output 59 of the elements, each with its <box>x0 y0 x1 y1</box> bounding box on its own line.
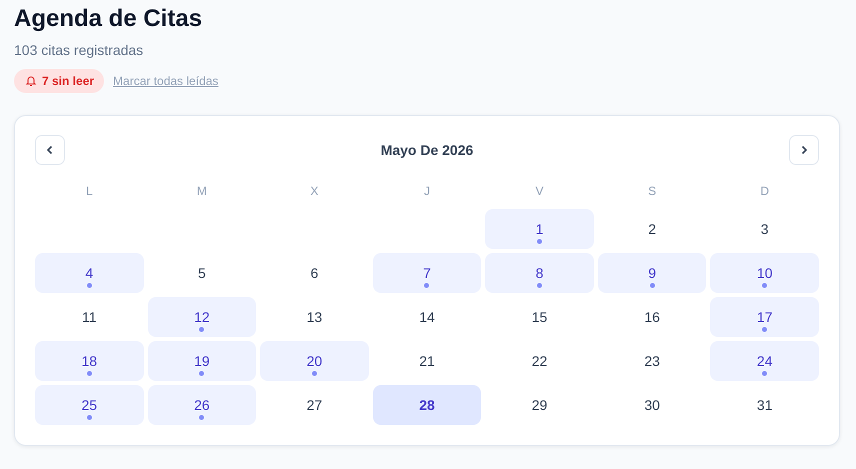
day-cell[interactable]: 22 <box>485 341 594 381</box>
day-cell[interactable]: 26 <box>148 385 256 425</box>
day-cell[interactable]: 7 <box>372 253 482 293</box>
event-dot <box>762 371 768 376</box>
event-dot <box>312 371 317 376</box>
event-dot <box>650 283 655 288</box>
day-cell[interactable]: 3 <box>710 209 819 249</box>
previous-month-button[interactable] <box>35 135 65 165</box>
weekday-label: X <box>309 183 320 200</box>
day-cell[interactable]: 1 <box>485 209 594 249</box>
weekday-label: S <box>647 183 658 200</box>
unread-badge[interactable]: 7 sin leer <box>14 69 104 93</box>
weekday-label: M <box>196 183 208 200</box>
event-dot <box>762 283 768 288</box>
event-dot <box>424 283 430 288</box>
day-cell[interactable]: 12 <box>148 297 256 337</box>
event-dot <box>199 327 204 332</box>
day-cell[interactable]: 23 <box>598 341 706 381</box>
day-cell[interactable]: 6 <box>260 253 369 293</box>
day-cell[interactable]: 17 <box>710 297 819 337</box>
day-cell[interactable]: 9 <box>598 253 706 293</box>
day-cell[interactable]: 27 <box>260 385 369 425</box>
event-dot <box>86 371 92 376</box>
day-cell[interactable]: 2 <box>598 209 706 249</box>
day-cell[interactable]: 31 <box>710 385 819 425</box>
weekday-label: V <box>534 183 545 200</box>
event-dot <box>86 283 92 288</box>
event-dot <box>537 283 542 288</box>
day-cell[interactable]: 11 <box>35 297 144 337</box>
day-cell[interactable]: 21 <box>372 341 482 381</box>
event-dot <box>199 415 204 420</box>
day-cell[interactable]: 29 <box>485 385 594 425</box>
day-cell[interactable]: 20 <box>260 341 369 381</box>
day-cell[interactable]: 16 <box>598 297 706 337</box>
day-cell[interactable]: 10 <box>710 253 819 293</box>
day-cell[interactable]: 8 <box>485 253 594 293</box>
appointment-count: 103 citas registradas <box>14 42 144 58</box>
day-cell[interactable]: 18 <box>35 341 144 381</box>
page-title: Agenda de Citas <box>14 4 204 34</box>
day-cell[interactable]: 13 <box>260 297 369 337</box>
day-cell[interactable]: 28 <box>372 385 482 425</box>
weekday-label: L <box>84 183 94 200</box>
day-cell[interactable]: 15 <box>485 297 594 337</box>
event-dot <box>537 239 542 244</box>
weekday-label: D <box>759 183 770 200</box>
day-cell[interactable]: 30 <box>598 385 706 425</box>
next-month-button[interactable] <box>788 135 819 165</box>
day-cell[interactable]: 25 <box>35 385 144 425</box>
weekday-label: J <box>422 183 431 200</box>
day-cell[interactable]: 4 <box>35 253 144 293</box>
month-title: Mayo De 2026 <box>380 142 474 158</box>
event-dot <box>199 371 204 376</box>
day-cell[interactable]: 19 <box>148 341 256 381</box>
bell-icon <box>25 75 37 87</box>
event-dot <box>762 327 768 332</box>
event-dot <box>86 415 92 420</box>
day-cell[interactable]: 14 <box>372 297 482 337</box>
day-cell[interactable]: 24 <box>710 341 819 381</box>
day-cell[interactable]: 5 <box>148 253 256 293</box>
